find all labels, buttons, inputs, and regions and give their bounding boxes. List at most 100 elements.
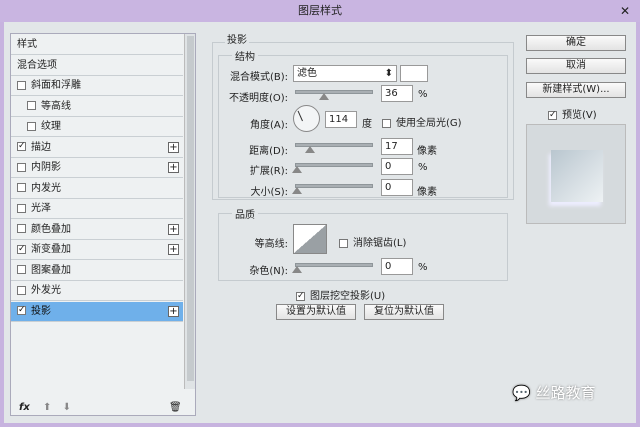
- structure-heading: 结构: [232, 48, 258, 63]
- list-toolbar: fx ⬆ ⬇ 🗑: [19, 402, 182, 413]
- section-heading: 投影: [225, 31, 249, 46]
- sidebar-item[interactable]: 纹理: [11, 117, 183, 137]
- checkbox[interactable]: [27, 121, 36, 131]
- distance-slider[interactable]: [295, 143, 373, 153]
- angle-label: 角度(A):: [249, 120, 288, 131]
- sidebar-item-label: 渐变叠加: [31, 244, 71, 255]
- cancel-button[interactable]: 取消: [526, 58, 626, 74]
- move-up-icon[interactable]: ⬆: [43, 402, 51, 413]
- sidebar-item[interactable]: 光泽: [11, 199, 183, 219]
- checkbox[interactable]: ✓: [17, 306, 26, 315]
- add-icon[interactable]: +: [168, 305, 179, 317]
- noise-unit: %: [418, 262, 428, 273]
- spread-slider[interactable]: [292, 163, 373, 173]
- spread-input[interactable]: 0: [381, 158, 413, 175]
- blend-mode-value: 滤色: [297, 68, 317, 79]
- ok-button[interactable]: 确定: [526, 35, 626, 51]
- checkbox[interactable]: [17, 285, 26, 295]
- noise-input[interactable]: 0: [381, 258, 413, 275]
- trash-icon[interactable]: 🗑: [169, 402, 229, 413]
- global-light-label: 使用全局光(G): [396, 118, 462, 129]
- sidebar-item-label: 描边: [31, 141, 51, 153]
- sidebar-item-label: 投影: [31, 305, 51, 317]
- add-icon[interactable]: +: [168, 162, 179, 173]
- contour-picker[interactable]: [293, 224, 327, 254]
- checkbox[interactable]: [17, 80, 26, 90]
- sidebar-item-label: 纹理: [41, 121, 61, 132]
- preview-area: [526, 124, 626, 224]
- sidebar-item[interactable]: ✓ 渐变叠加 +: [11, 240, 183, 260]
- sidebar-item[interactable]: 混合选项: [11, 56, 183, 76]
- sidebar-item-label: 斜面和浮雕: [31, 80, 81, 91]
- size-unit: 像素: [417, 187, 437, 198]
- blend-mode-label: 混合模式(B):: [229, 72, 288, 83]
- sidebar-item-label: 混合选项: [17, 59, 57, 71]
- checkbox[interactable]: [17, 162, 26, 172]
- checkbox[interactable]: [17, 265, 26, 274]
- sidebar-item-label: 内阴影: [31, 162, 61, 173]
- wechat-icon: 💬: [512, 384, 531, 402]
- sidebar-item-label: 样式: [17, 39, 37, 50]
- angle-dial[interactable]: [293, 105, 320, 132]
- sidebar-item-label: 图案叠加: [31, 264, 71, 276]
- angle-unit: 度: [362, 119, 372, 130]
- sidebar-item[interactable]: 外发光: [11, 281, 183, 301]
- spread-unit: %: [418, 162, 428, 173]
- sidebar-item-label: 内发光: [31, 182, 61, 194]
- sidebar-item[interactable]: 斜面和浮雕: [11, 76, 183, 96]
- sidebar-item-label: 颜色叠加: [31, 223, 71, 235]
- size-slider[interactable]: [292, 184, 373, 194]
- distance-unit: 像素: [417, 146, 437, 157]
- scrollbar[interactable]: [184, 34, 195, 389]
- antialias-checkbox[interactable]: 消除锯齿(L): [339, 234, 406, 249]
- knockout-label: 图层挖空投影(U): [310, 291, 386, 302]
- sidebar-item[interactable]: 等高线: [11, 97, 183, 117]
- fx-icon[interactable]: fx: [19, 402, 30, 413]
- new-style-button[interactable]: 新建样式(W)...: [526, 82, 626, 98]
- distance-input[interactable]: 17: [381, 138, 413, 155]
- angle-input[interactable]: 114: [325, 111, 357, 128]
- checkbox[interactable]: ✓: [17, 244, 26, 254]
- checkbox[interactable]: [17, 224, 26, 233]
- sidebar-item[interactable]: 样式: [11, 35, 183, 55]
- watermark-text: 丝路教育: [535, 384, 596, 402]
- close-icon[interactable]: ✕: [618, 4, 632, 18]
- size-input[interactable]: 0: [381, 179, 413, 196]
- sidebar-item-label: 外发光: [31, 285, 61, 296]
- watermark: 💬 丝路教育: [512, 382, 595, 403]
- opacity-unit: %: [418, 89, 428, 100]
- checkbox[interactable]: [17, 203, 26, 213]
- sidebar-item[interactable]: 内阴影 +: [11, 158, 183, 178]
- checkbox[interactable]: [17, 183, 26, 192]
- add-icon[interactable]: +: [168, 223, 179, 235]
- global-light-checkbox[interactable]: 使用全局光(G): [382, 114, 462, 129]
- reset-default-button[interactable]: 复位为默认值: [364, 304, 444, 320]
- dialog-title: 图层样式: [0, 0, 640, 22]
- checkbox[interactable]: [27, 101, 36, 110]
- sidebar-item[interactable]: 图案叠加: [11, 261, 183, 281]
- opacity-input[interactable]: 36: [381, 85, 413, 102]
- checkbox[interactable]: ✓: [17, 142, 26, 151]
- sidebar-item[interactable]: ✓ 描边 +: [11, 138, 183, 158]
- noise-label: 杂色(N):: [249, 266, 288, 277]
- sidebar-item-label: 光泽: [31, 203, 51, 214]
- opacity-slider[interactable]: [295, 90, 373, 100]
- sidebar-item[interactable]: 颜色叠加 +: [11, 220, 183, 240]
- move-down-icon[interactable]: ⬇: [63, 402, 71, 413]
- size-label: 大小(S):: [250, 187, 288, 198]
- blend-mode-select[interactable]: 滤色 ⬍: [293, 65, 397, 82]
- antialias-label: 消除锯齿(L): [353, 238, 407, 249]
- set-default-button[interactable]: 设置为默认值: [276, 304, 356, 320]
- noise-slider[interactable]: [292, 263, 373, 273]
- preview-checkbox[interactable]: ✓ 预览(V): [548, 106, 597, 121]
- sidebar-item[interactable]: ✓ 投影 +: [11, 301, 183, 322]
- knockout-checkbox[interactable]: ✓ 图层挖空投影(U): [296, 287, 385, 302]
- shadow-color-swatch[interactable]: [400, 65, 428, 82]
- add-icon[interactable]: +: [168, 244, 179, 255]
- spread-label: 扩展(R):: [249, 166, 288, 177]
- opacity-label: 不透明度(O):: [228, 93, 288, 104]
- quality-heading: 品质: [232, 206, 258, 221]
- contour-label: 等高线:: [254, 239, 288, 250]
- add-icon[interactable]: +: [168, 141, 179, 153]
- sidebar-item[interactable]: 内发光: [11, 179, 183, 199]
